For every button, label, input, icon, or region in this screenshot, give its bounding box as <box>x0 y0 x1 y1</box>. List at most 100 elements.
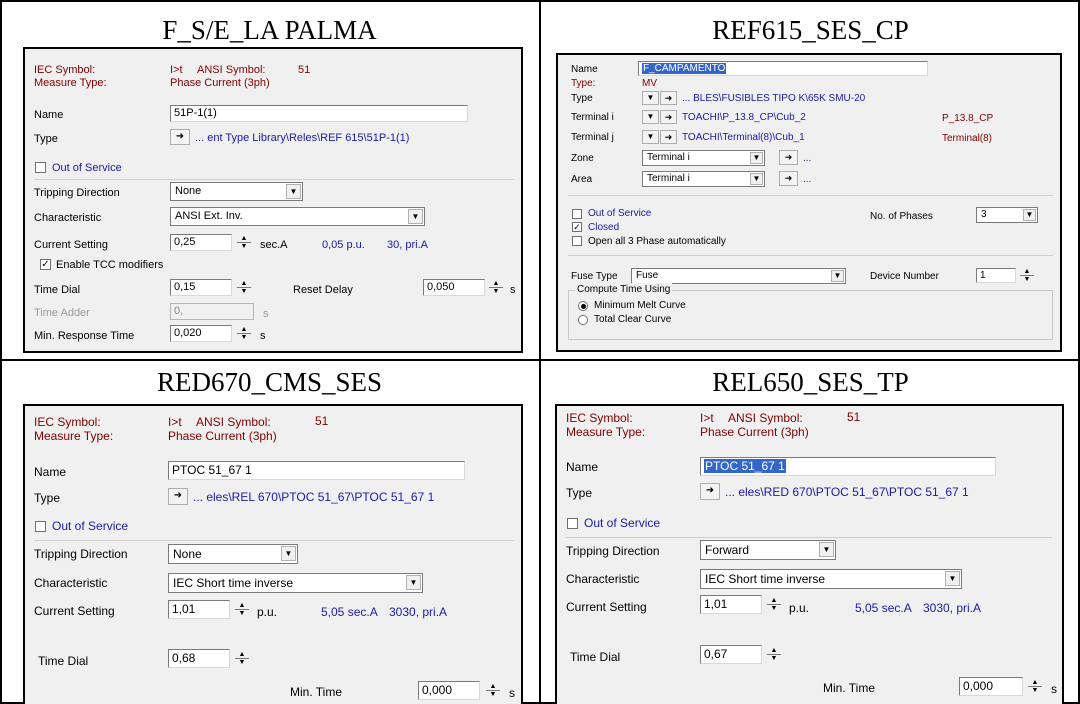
fuse-type-select[interactable]: Fuse ▼ <box>631 268 846 284</box>
time-dial-field[interactable]: 0,68 <box>168 649 230 668</box>
tripping-direction-label: Tripping Direction <box>566 544 660 558</box>
device-number-spinner[interactable]: ▲ ▼ <box>1017 268 1039 284</box>
current-setting-spinner[interactable]: ▲ ▼ <box>764 597 786 613</box>
current-setting-field[interactable]: 1,01 <box>700 595 762 614</box>
right-arrow-icon: ➜ <box>664 132 673 142</box>
area-label: Area <box>571 174 593 185</box>
measure-type-label: Measure Type: <box>34 77 107 89</box>
current-setting-spinner[interactable]: ▲ ▼ <box>232 602 254 618</box>
total-clear-radio[interactable] <box>578 315 588 325</box>
open-all-phases-checkbox[interactable] <box>572 236 582 246</box>
terminal-j-dropdown-button[interactable]: ▼ <box>642 130 659 144</box>
min-time-spinner[interactable]: ▲ ▼ <box>1025 679 1047 695</box>
iec-symbol-label: IEC Symbol: <box>566 411 633 425</box>
chevron-down-icon: ▼ <box>750 173 763 185</box>
current-setting-label: Current Setting <box>34 604 115 618</box>
area-select[interactable]: Terminal i ▼ <box>642 171 765 187</box>
reset-delay-label: Reset Delay <box>293 284 353 296</box>
tripping-direction-select[interactable]: None ▼ <box>168 544 298 564</box>
name-field[interactable]: F_CAMPAMENTO <box>638 61 928 76</box>
tripping-direction-select[interactable]: None ▼ <box>170 182 303 201</box>
time-dial-field[interactable]: 0,15 <box>170 279 232 296</box>
time-dial-spinner[interactable]: ▲ ▼ <box>234 280 256 296</box>
open-all-phases-label: Open all 3 Phase automatically <box>588 236 726 247</box>
min-time-field[interactable]: 0,000 <box>418 681 480 700</box>
zone-select-button[interactable]: ➜ <box>779 150 798 165</box>
terminal-i-label: Terminal i <box>571 112 614 123</box>
name-label: Name <box>566 460 599 474</box>
fuse-type-label: Fuse Type <box>571 271 618 282</box>
closed-checkbox[interactable]: ✓ <box>572 222 582 232</box>
characteristic-select[interactable]: ANSI Ext. Inv. ▼ <box>170 207 425 226</box>
ansi-symbol-value: 51 <box>315 414 329 428</box>
chevron-down-icon: ▼ <box>819 542 834 557</box>
spin-down-icon: ▼ <box>238 659 246 666</box>
time-dial-field[interactable]: 0,67 <box>700 645 762 664</box>
out-of-service-checkbox[interactable] <box>567 518 578 529</box>
current-setting-pu: 0,05 p.u. <box>322 239 365 251</box>
current-setting-spinner[interactable]: ▲ ▼ <box>234 235 256 251</box>
compute-time-legend: Compute Time Using <box>575 283 673 297</box>
name-label: Name <box>571 64 598 75</box>
name-value: F_CAMPAMENTO <box>642 63 727 74</box>
measure-type-label: Measure Type: <box>34 429 114 443</box>
type-select-button[interactable]: ➜ <box>660 91 677 105</box>
iec-symbol-label: IEC Symbol: <box>34 64 96 76</box>
type-select-button[interactable]: ➜ <box>170 129 190 145</box>
type-select-button[interactable]: ➜ <box>700 483 720 500</box>
spin-up-icon: ▲ <box>235 651 249 659</box>
right-arrow-icon: ➜ <box>705 485 715 496</box>
characteristic-select[interactable]: IEC Short time inverse ▼ <box>700 569 962 589</box>
reset-delay-spinner[interactable]: ▲ ▼ <box>486 280 508 296</box>
name-label: Name <box>34 465 67 479</box>
enable-tcc-checkbox[interactable]: ✓ <box>40 259 51 270</box>
spin-down-icon: ▼ <box>240 288 248 295</box>
reset-delay-field[interactable]: 0,050 <box>423 279 485 296</box>
out-of-service-label: Out of Service <box>584 516 661 530</box>
characteristic-value: IEC Short time inverse <box>173 576 294 590</box>
current-setting-unit: p.u. <box>789 601 810 615</box>
type-dropdown-button[interactable]: ▼ <box>642 91 659 105</box>
time-adder-label: Time Adder <box>34 307 90 319</box>
spin-down-icon: ▼ <box>492 288 500 295</box>
out-of-service-checkbox[interactable] <box>35 521 46 532</box>
min-time-label: Min. Time <box>290 685 343 699</box>
ansi-symbol-label: ANSI Symbol: <box>728 411 803 425</box>
spin-up-icon: ▲ <box>237 280 251 288</box>
chevron-down-icon: ▼ <box>945 571 960 586</box>
type-path: ... eles\RED 670\PTOC 51_67\PTOC 51_67 1 <box>725 485 969 499</box>
min-time-spinner[interactable]: ▲ ▼ <box>483 683 505 699</box>
time-dial-spinner[interactable]: ▲ ▼ <box>764 647 786 663</box>
tripping-direction-select[interactable]: Forward ▼ <box>700 540 836 560</box>
characteristic-select[interactable]: IEC Short time inverse ▼ <box>168 573 423 593</box>
total-clear-label: Total Clear Curve <box>594 314 672 325</box>
min-response-time-spinner[interactable]: ▲ ▼ <box>234 326 256 342</box>
current-setting-field[interactable]: 1,01 <box>168 600 230 619</box>
spin-up-icon: ▲ <box>237 235 251 243</box>
separator <box>568 255 1053 256</box>
minimum-melt-radio[interactable] <box>578 301 588 311</box>
name-field[interactable]: PTOC 51_67 1 <box>700 457 996 476</box>
phases-select[interactable]: 3 ▼ <box>976 207 1038 223</box>
min-time-unit: s <box>509 686 515 700</box>
terminal-i-dropdown-button[interactable]: ▼ <box>642 110 659 124</box>
area-select-button[interactable]: ➜ <box>779 171 798 186</box>
out-of-service-checkbox[interactable] <box>572 209 582 219</box>
name-field[interactable]: 51P-1(1) <box>170 105 468 122</box>
time-dial-spinner[interactable]: ▲ ▼ <box>232 651 254 667</box>
measure-type-value: Phase Current (3ph) <box>168 429 277 443</box>
right-arrow-icon: ➜ <box>664 93 673 103</box>
min-response-time-field[interactable]: 0,020 <box>170 325 232 342</box>
type-select-button[interactable]: ➜ <box>168 488 188 505</box>
out-of-service-checkbox[interactable] <box>35 162 46 173</box>
terminal-i-select-button[interactable]: ➜ <box>660 110 677 124</box>
name-label: Name <box>34 109 64 121</box>
device-number-field[interactable]: 1 <box>976 268 1016 283</box>
panel-title-la-palma: F_S/E_LA PALMA <box>162 15 377 45</box>
zone-select[interactable]: Terminal i ▼ <box>642 150 765 166</box>
current-setting-field[interactable]: 0,25 <box>170 234 232 251</box>
terminal-j-select-button[interactable]: ➜ <box>660 130 677 144</box>
name-field[interactable]: PTOC 51_67 1 <box>168 461 465 480</box>
min-time-field[interactable]: 0,000 <box>959 677 1023 696</box>
spin-down-icon: ▼ <box>489 691 497 698</box>
